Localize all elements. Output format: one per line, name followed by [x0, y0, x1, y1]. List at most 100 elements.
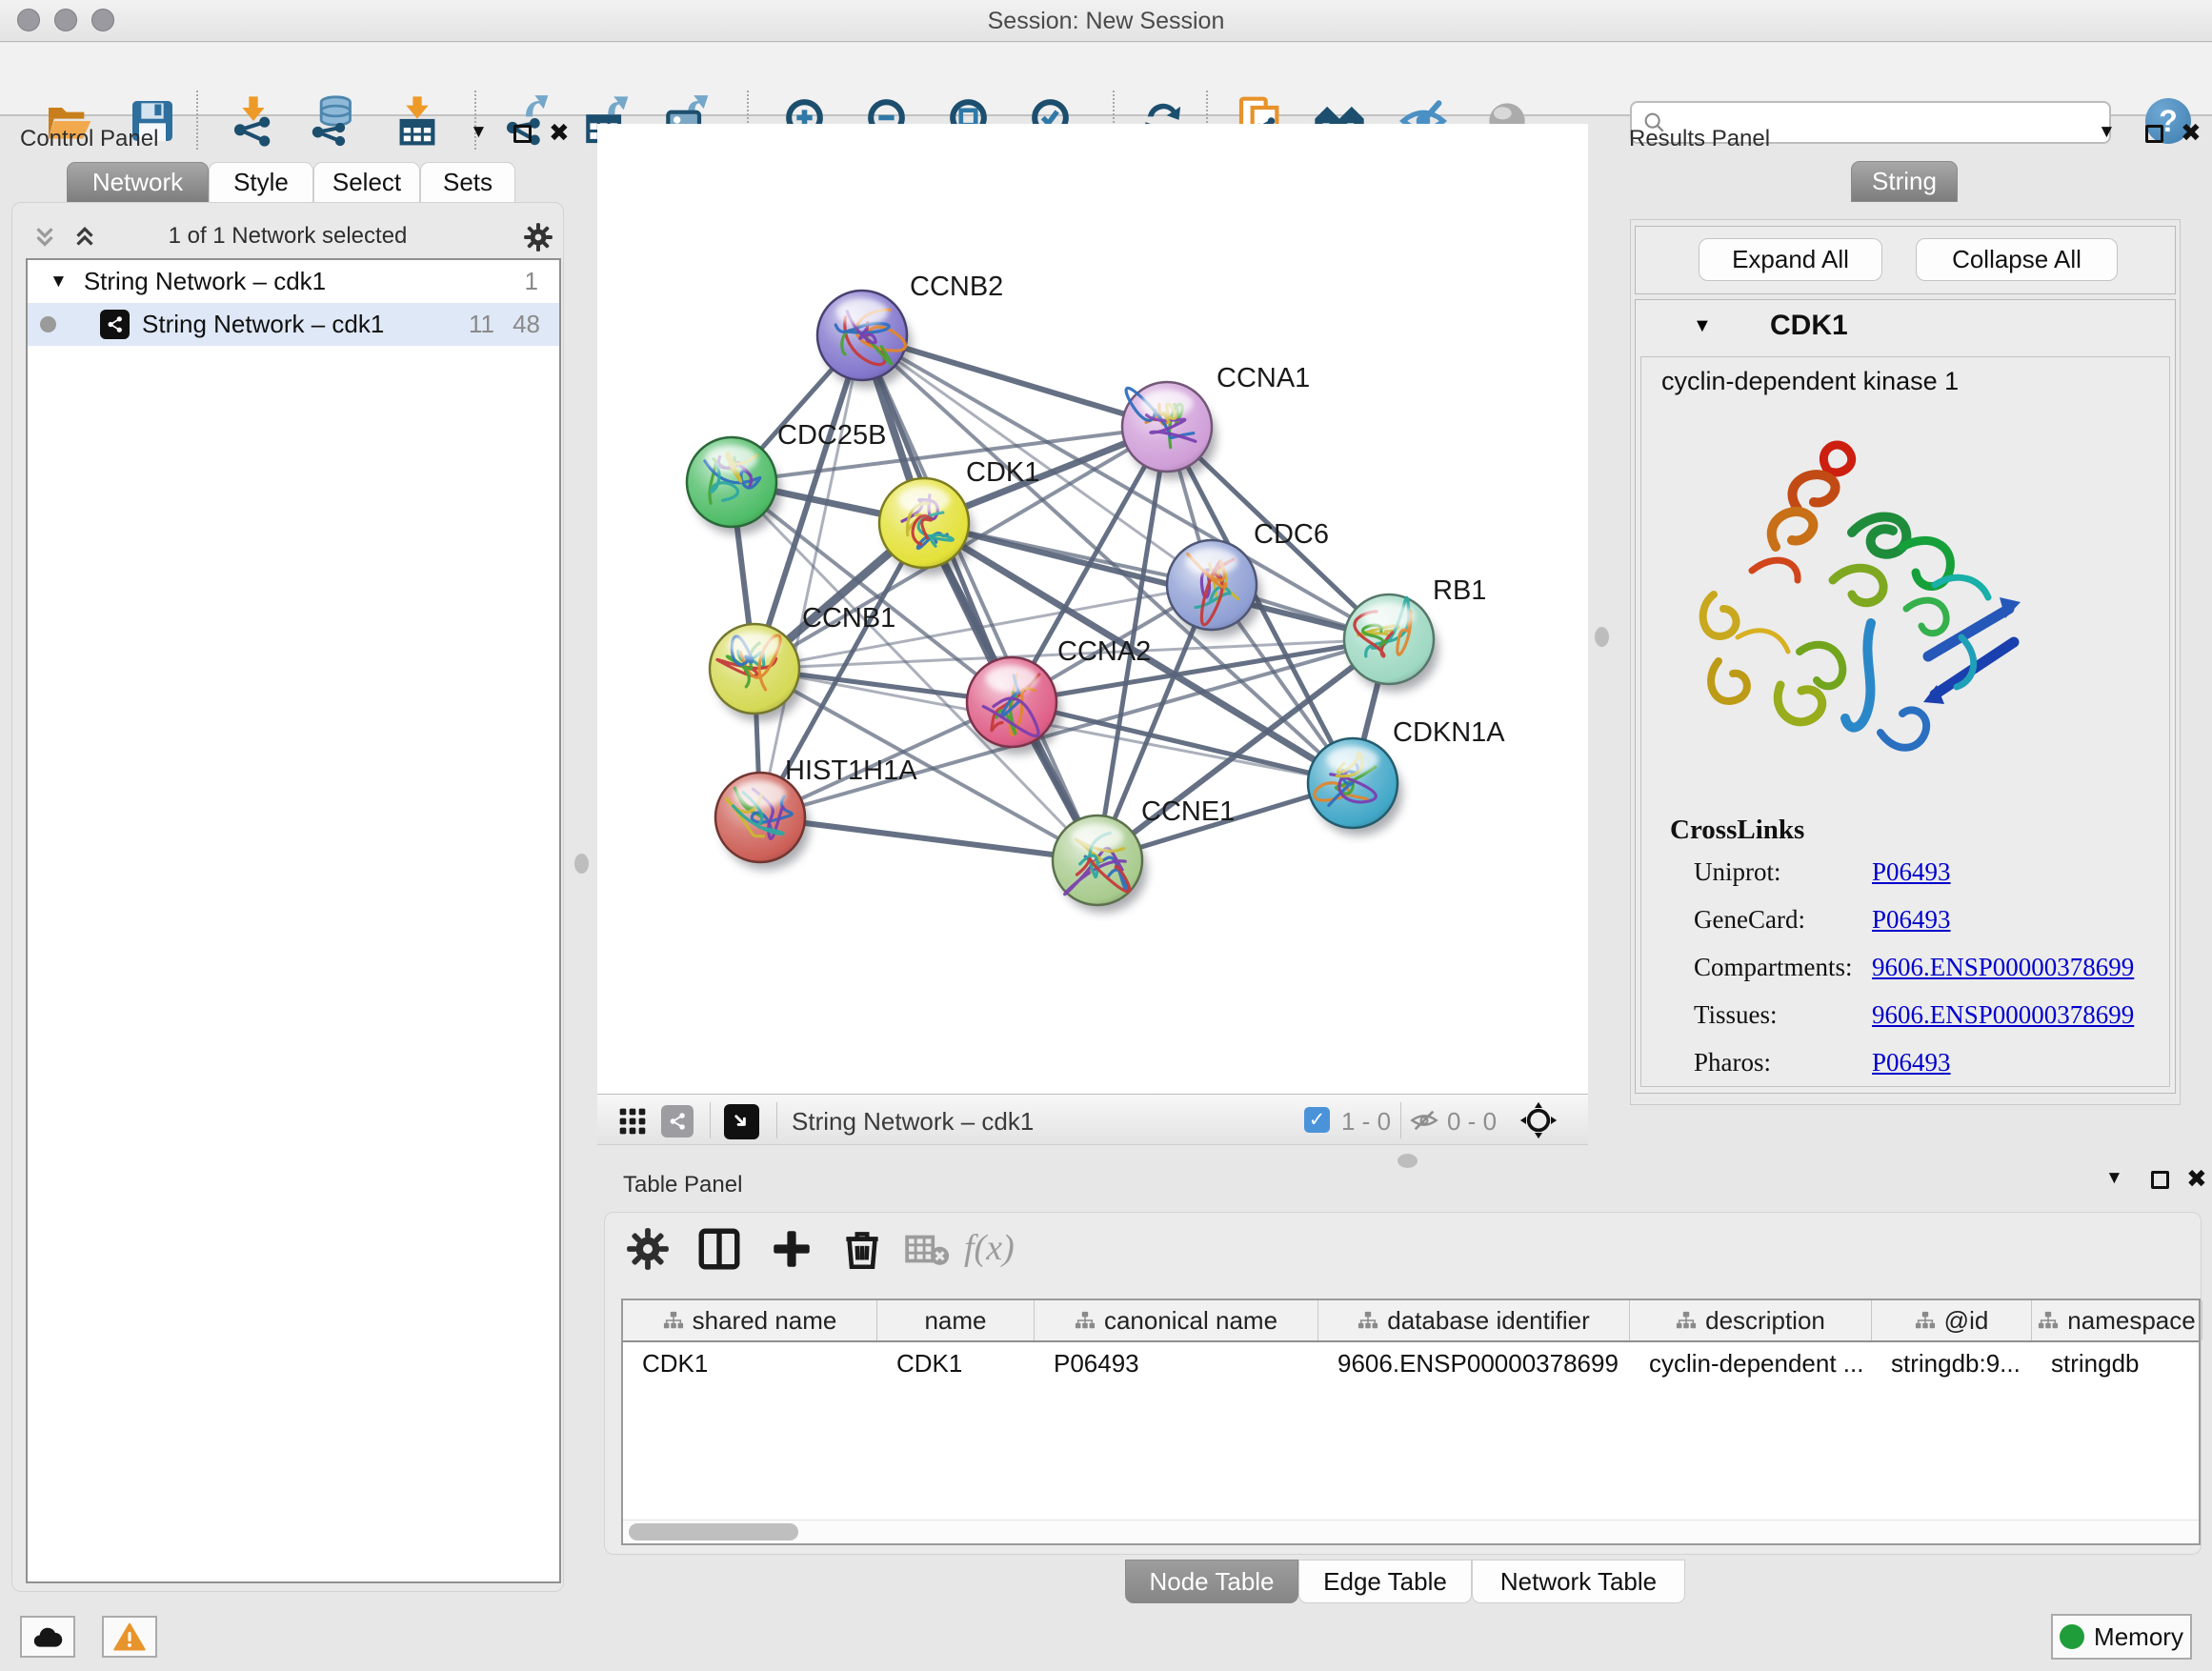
tab-sets[interactable]: Sets [420, 162, 515, 203]
table-cell[interactable]: stringdb [2032, 1342, 2202, 1384]
graph-node-CCNE1[interactable] [1053, 815, 1142, 905]
selected-counts: 1 - 0 [1341, 1107, 1391, 1137]
selected-nodes-checkbox-icon[interactable]: ✓ [1304, 1107, 1330, 1133]
splitter-handle[interactable] [1595, 627, 1609, 647]
window-close-light[interactable] [17, 9, 40, 31]
graph-node-label: CCNE1 [1141, 796, 1235, 827]
crosslink-link[interactable]: P06493 [1872, 1048, 1951, 1077]
cloud-status-button[interactable] [20, 1616, 75, 1658]
table-panel-menu-icon[interactable]: ▼ [2105, 1168, 2123, 1189]
column-header-database-identifier[interactable]: database identifier [1318, 1300, 1630, 1340]
network-collection-row[interactable]: ▼ String Network – cdk1 1 [28, 260, 559, 303]
graph-node-CCNB1[interactable] [710, 624, 799, 714]
cloud-icon [31, 1624, 64, 1649]
crosslink-label: GeneCard: [1694, 905, 1872, 935]
graph-node-CCNA1[interactable] [1122, 382, 1212, 472]
birdseye-crosshair-icon[interactable] [1519, 1101, 1558, 1139]
graph-node-CDC6[interactable] [1167, 540, 1257, 630]
graph-node-HIST1H1A[interactable] [715, 773, 805, 862]
graph-edge[interactable] [760, 817, 1097, 860]
window-minimize-light[interactable] [54, 9, 77, 31]
crosslinks-title: CrossLinks [1670, 815, 1804, 846]
network-view-toolbar: String Network – cdk1 ✓ 1 - 0 0 - 0 [597, 1094, 1588, 1145]
delete-table-icon[interactable] [903, 1225, 951, 1273]
column-header-namespace[interactable]: namespace [2032, 1300, 2202, 1340]
splitter-handle[interactable] [1398, 1154, 1418, 1168]
tab-network[interactable]: Network [67, 162, 209, 203]
collapse-all-button[interactable]: Collapse All [1916, 238, 2118, 281]
network-canvas[interactable]: CCNB2CCNA1CDC25BCDK1CDC6RB1CCNB1CCNA2CDK… [597, 124, 1588, 1094]
entry-description: cyclin-dependent kinase 1 [1661, 367, 1959, 396]
collection-expander-icon[interactable]: ▼ [50, 272, 68, 292]
table-hscrollbar[interactable] [623, 1520, 2199, 1542]
tab-network-table[interactable]: Network Table [1472, 1560, 1685, 1603]
show-columns-icon[interactable] [695, 1225, 743, 1273]
function-builder-icon[interactable]: f(x) [964, 1227, 1015, 1269]
splitter-handle[interactable] [574, 854, 589, 874]
results-panel-menu-icon[interactable]: ▼ [2098, 122, 2116, 143]
column-header-@id[interactable]: @id [1872, 1300, 2032, 1340]
results-panel-float-icon[interactable] [2145, 125, 2163, 148]
collection-count: 1 [525, 267, 538, 296]
entry-details: cyclin-dependent kinase 1 CrossLin [1640, 356, 2170, 1087]
table-panel-title: Table Panel [623, 1172, 742, 1198]
window-zoom-light[interactable] [91, 9, 114, 31]
crosslink-row: Pharos:P06493 [1694, 1048, 2151, 1077]
table-panel-close-icon[interactable]: ✖ [2186, 1164, 2207, 1194]
tab-node-table[interactable]: Node Table [1125, 1560, 1298, 1603]
table-cell[interactable]: P06493 [1035, 1342, 1318, 1384]
graph-node-CDK1[interactable] [879, 478, 969, 568]
node-table[interactable]: shared namenamecanonical namedatabase id… [621, 1299, 2201, 1545]
crosslink-link[interactable]: 9606.ENSP00000378699 [1872, 1000, 2134, 1030]
network-view-app-icon[interactable] [661, 1105, 694, 1137]
memory-button[interactable]: Memory [2051, 1614, 2192, 1660]
network-options-gear-icon[interactable] [522, 221, 554, 253]
network-graph[interactable]: CCNB2CCNA1CDC25BCDK1CDC6RB1CCNB1CCNA2CDK… [597, 124, 1588, 1094]
results-panel-close-icon[interactable]: ✖ [2181, 118, 2202, 148]
graph-node-label: HIST1H1A [785, 755, 917, 786]
column-header-description[interactable]: description [1630, 1300, 1872, 1340]
memory-status-dot [2060, 1624, 2084, 1649]
control-panel-menu-icon[interactable]: ▼ [470, 122, 488, 143]
network-row-selected[interactable]: String Network – cdk1 11 48 [28, 303, 559, 346]
column-header-shared-name[interactable]: shared name [623, 1300, 877, 1340]
graph-node-CCNA2[interactable] [967, 657, 1056, 747]
table-panel-float-icon[interactable] [2151, 1171, 2169, 1194]
grid-view-icon[interactable] [617, 1106, 648, 1137]
crosslink-link[interactable]: P06493 [1872, 905, 1951, 935]
graph-node-RB1[interactable] [1344, 594, 1434, 684]
entry-expander-icon[interactable]: ▼ [1693, 315, 1712, 337]
entry-name: CDK1 [1770, 310, 1848, 342]
table-cell[interactable]: CDK1 [877, 1342, 1035, 1384]
detach-view-icon[interactable] [724, 1104, 759, 1139]
tab-edge-table[interactable]: Edge Table [1298, 1560, 1472, 1603]
table-cell[interactable]: stringdb:9... [1872, 1342, 2032, 1384]
tab-select[interactable]: Select [313, 162, 420, 203]
hscroll-thumb[interactable] [629, 1523, 798, 1540]
warning-status-button[interactable] [102, 1616, 157, 1658]
results-buttons-box: Expand All Collapse All [1635, 226, 2176, 294]
crosslink-link[interactable]: P06493 [1872, 857, 1951, 887]
table-row[interactable]: CDK1CDK1P064939606.ENSP00000378699cyclin… [623, 1342, 2199, 1384]
table-cell[interactable]: 9606.ENSP00000378699 [1318, 1342, 1630, 1384]
graph-node-CCNB2[interactable] [817, 291, 907, 380]
control-panel-close-icon[interactable]: ✖ [549, 118, 570, 148]
create-column-plus-icon[interactable] [768, 1225, 815, 1273]
delete-column-trash-icon[interactable] [838, 1225, 886, 1273]
expand-all-button[interactable]: Expand All [1699, 238, 1882, 281]
tab-string[interactable]: String [1851, 161, 1958, 202]
table-cell[interactable]: cyclin-dependent ... [1630, 1342, 1872, 1384]
graph-edge[interactable] [760, 335, 862, 817]
crosslinks-list: Uniprot:P06493GeneCard:P06493Compartment… [1694, 857, 2151, 1096]
column-header-canonical-name[interactable]: canonical name [1035, 1300, 1318, 1340]
graph-node-CDKN1A[interactable] [1308, 738, 1398, 828]
table-options-gear-icon[interactable] [624, 1225, 672, 1273]
graph-node-label: CDC6 [1254, 519, 1329, 550]
tab-style[interactable]: Style [209, 162, 313, 203]
graph-node-CDC25B[interactable] [687, 437, 776, 527]
control-panel-float-icon[interactable] [513, 125, 532, 148]
column-header-label: namespace [2067, 1306, 2195, 1336]
table-cell[interactable]: CDK1 [623, 1342, 877, 1384]
crosslink-link[interactable]: 9606.ENSP00000378699 [1872, 953, 2134, 982]
column-header-name[interactable]: name [877, 1300, 1035, 1340]
